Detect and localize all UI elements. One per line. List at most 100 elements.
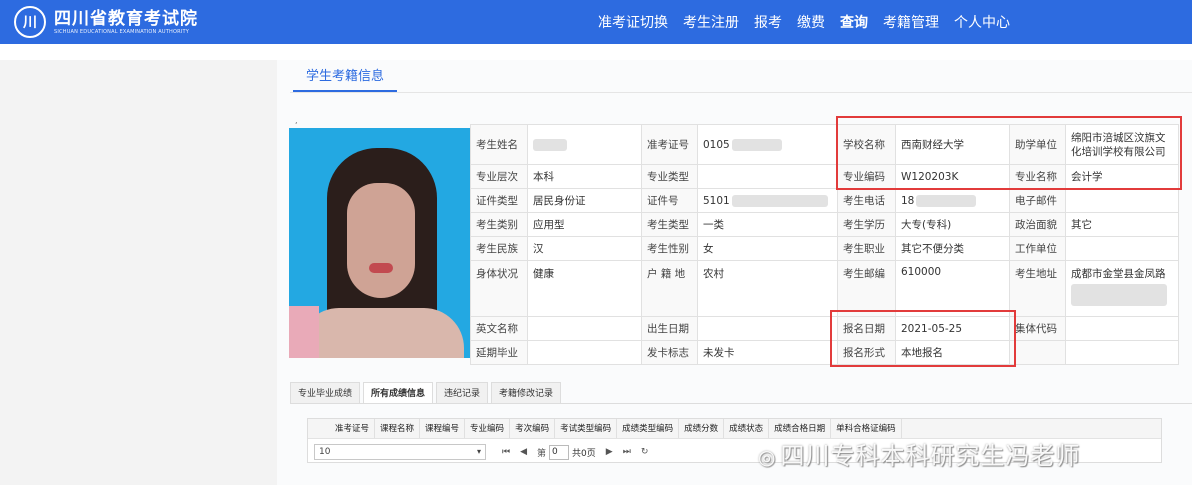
value-email	[1065, 188, 1179, 213]
nav-personal-center[interactable]: 个人中心	[954, 12, 1010, 32]
label-card-issued: 发卡标志	[641, 340, 698, 365]
label-postcode: 考生邮编	[837, 260, 896, 317]
nav-registration[interactable]: 考生注册	[683, 12, 739, 32]
next-page-icon[interactable]: ▶	[606, 447, 613, 457]
col-exam-type-code[interactable]: 考试类型编码	[555, 419, 618, 438]
tab-all-scores[interactable]: 所有成绩信息	[363, 382, 434, 404]
label-candidate-category: 考生类别	[470, 212, 528, 237]
label-workplace: 工作单位	[1009, 236, 1066, 261]
nav-admission-ticket-switch[interactable]: 准考证切换	[598, 12, 668, 32]
nav-apply-exam[interactable]: 报考	[754, 12, 782, 32]
label-phone: 考生电话	[837, 188, 896, 213]
label-health: 身体状况	[470, 260, 528, 317]
highlight-box-register	[830, 310, 1016, 367]
main-nav: 准考证切换 考生注册 报考 缴费 查询 考籍管理 个人中心	[583, 0, 1010, 44]
label-id-type: 证件类型	[470, 188, 528, 213]
value-household: 农村	[697, 260, 838, 317]
value-name	[527, 124, 642, 165]
value-group-code	[1065, 316, 1179, 341]
value-workplace	[1065, 236, 1179, 261]
label-id-no: 证件号	[641, 188, 698, 213]
tabs-divider	[290, 403, 1192, 404]
label-occupation: 考生职业	[837, 236, 896, 261]
value-candidate-category: 应用型	[527, 212, 642, 237]
value-political-status: 其它	[1065, 212, 1179, 237]
info-row: 身体状况 健康 户 籍 地 农村 考生邮编 610000 考生地址 成都市金堂县…	[470, 260, 1179, 317]
label-deferred-graduation: 延期毕业	[470, 340, 528, 365]
info-row: 延期毕业 发卡标志 未发卡 报名形式 本地报名	[470, 340, 1179, 365]
label-birth-date: 出生日期	[641, 316, 698, 341]
section-divider	[290, 92, 1192, 93]
value-id-type: 居民身份证	[527, 188, 642, 213]
top-navbar: 川 四川省教育考试院 SICHUAN EDUCATIONAL EXAMINATI…	[0, 0, 1192, 44]
logo-title: 四川省教育考试院	[54, 8, 198, 29]
col-course-code[interactable]: 课程编号	[420, 419, 466, 438]
label-major-type: 专业类型	[641, 164, 698, 189]
col-score-type-code[interactable]: 成绩类型编码	[617, 419, 680, 438]
left-gutter	[0, 60, 277, 485]
site-logo[interactable]: 川 四川省教育考试院 SICHUAN EDUCATIONAL EXAMINATI…	[14, 6, 198, 38]
label-empty	[1009, 340, 1066, 365]
col-ticket-no[interactable]: 准考证号	[330, 419, 376, 438]
value-ethnicity: 汉	[527, 236, 642, 261]
value-candidate-type: 一类	[697, 212, 838, 237]
tab-discipline-records[interactable]: 违纪记录	[436, 382, 489, 404]
tab-major-graduation-scores[interactable]: 专业毕业成绩	[290, 382, 361, 404]
tab-record-changes[interactable]: 考籍修改记录	[491, 382, 562, 404]
page-label-before: 第	[537, 448, 547, 459]
label-email: 电子邮件	[1009, 188, 1066, 213]
info-row: 考生民族 汉 考生性别 女 考生职业 其它不便分类 工作单位	[470, 236, 1179, 261]
nav-record-management[interactable]: 考籍管理	[883, 12, 939, 32]
label-education: 考生学历	[837, 212, 896, 237]
page-size-select[interactable]: 10 ▾	[314, 444, 486, 460]
label-political-status: 政治面貌	[1009, 212, 1066, 237]
chevron-down-icon: ▾	[476, 447, 481, 456]
value-address: 成都市金堂县金凤路	[1065, 260, 1179, 317]
logo-seal-icon: 川	[14, 6, 46, 38]
prev-page-icon[interactable]: ◀	[520, 447, 527, 457]
label-candidate-type: 考生类型	[641, 212, 698, 237]
label-address: 考生地址	[1009, 260, 1066, 317]
col-major-code[interactable]: 专业编码	[465, 419, 511, 438]
weibo-icon: ◎	[758, 445, 777, 469]
value-postcode: 610000	[895, 260, 1010, 317]
logo-subtitle: SICHUAN EDUCATIONAL EXAMINATION AUTHORIT…	[54, 28, 189, 35]
label-level: 专业层次	[470, 164, 528, 189]
value-major-type	[697, 164, 838, 189]
col-course-name[interactable]: 课程名称	[375, 419, 421, 438]
label-group-code: 集体代码	[1009, 316, 1066, 341]
value-level: 本科	[527, 164, 642, 189]
info-row: 证件类型 居民身份证 证件号 5101 考生电话 18 电子邮件	[470, 188, 1179, 213]
info-row: 考生类别 应用型 考生类型 一类 考生学历 大专(专科) 政治面貌 其它	[470, 212, 1179, 237]
col-score[interactable]: 成绩分数	[679, 419, 725, 438]
value-phone: 18	[895, 188, 1010, 213]
value-gender: 女	[697, 236, 838, 261]
value-education: 大专(专科)	[895, 212, 1010, 237]
value-birth-date	[697, 316, 838, 341]
label-gender: 考生性别	[641, 236, 698, 261]
watermark: ◎ 四川专科本科研究生冯老师	[758, 442, 1081, 470]
value-deferred-graduation	[527, 340, 642, 365]
tick-mark: ,	[295, 116, 298, 125]
student-photo	[289, 128, 470, 358]
page-total-label: 共0页	[572, 448, 596, 459]
label-name: 考生姓名	[470, 124, 528, 165]
value-card-issued: 未发卡	[697, 340, 838, 365]
nav-query[interactable]: 查询	[840, 12, 868, 32]
value-occupation: 其它不便分类	[895, 236, 1010, 261]
highlight-box-school	[836, 116, 1182, 190]
page-number-input[interactable]: 0	[549, 444, 570, 460]
section-title-tab[interactable]: 学生考籍信息	[293, 66, 397, 92]
record-tabs: 专业毕业成绩 所有成绩信息 违纪记录 考籍修改记录	[290, 382, 564, 404]
value-health: 健康	[527, 260, 642, 317]
nav-payment[interactable]: 缴费	[797, 12, 825, 32]
label-ticket-no: 准考证号	[641, 124, 698, 165]
pagination-bar: 10 ▾ ⏮ ◀ 第 0 共0页 ▶ ⏭ ↻	[308, 443, 648, 461]
label-household: 户 籍 地	[641, 260, 698, 317]
refresh-icon[interactable]: ↻	[641, 447, 649, 457]
col-exam-session-code[interactable]: 考次编码	[510, 419, 556, 438]
last-page-icon[interactable]: ⏭	[623, 447, 631, 457]
label-english-name: 英文名称	[470, 316, 528, 341]
first-page-icon[interactable]: ⏮	[502, 447, 510, 457]
value-id-no: 5101	[697, 188, 838, 213]
